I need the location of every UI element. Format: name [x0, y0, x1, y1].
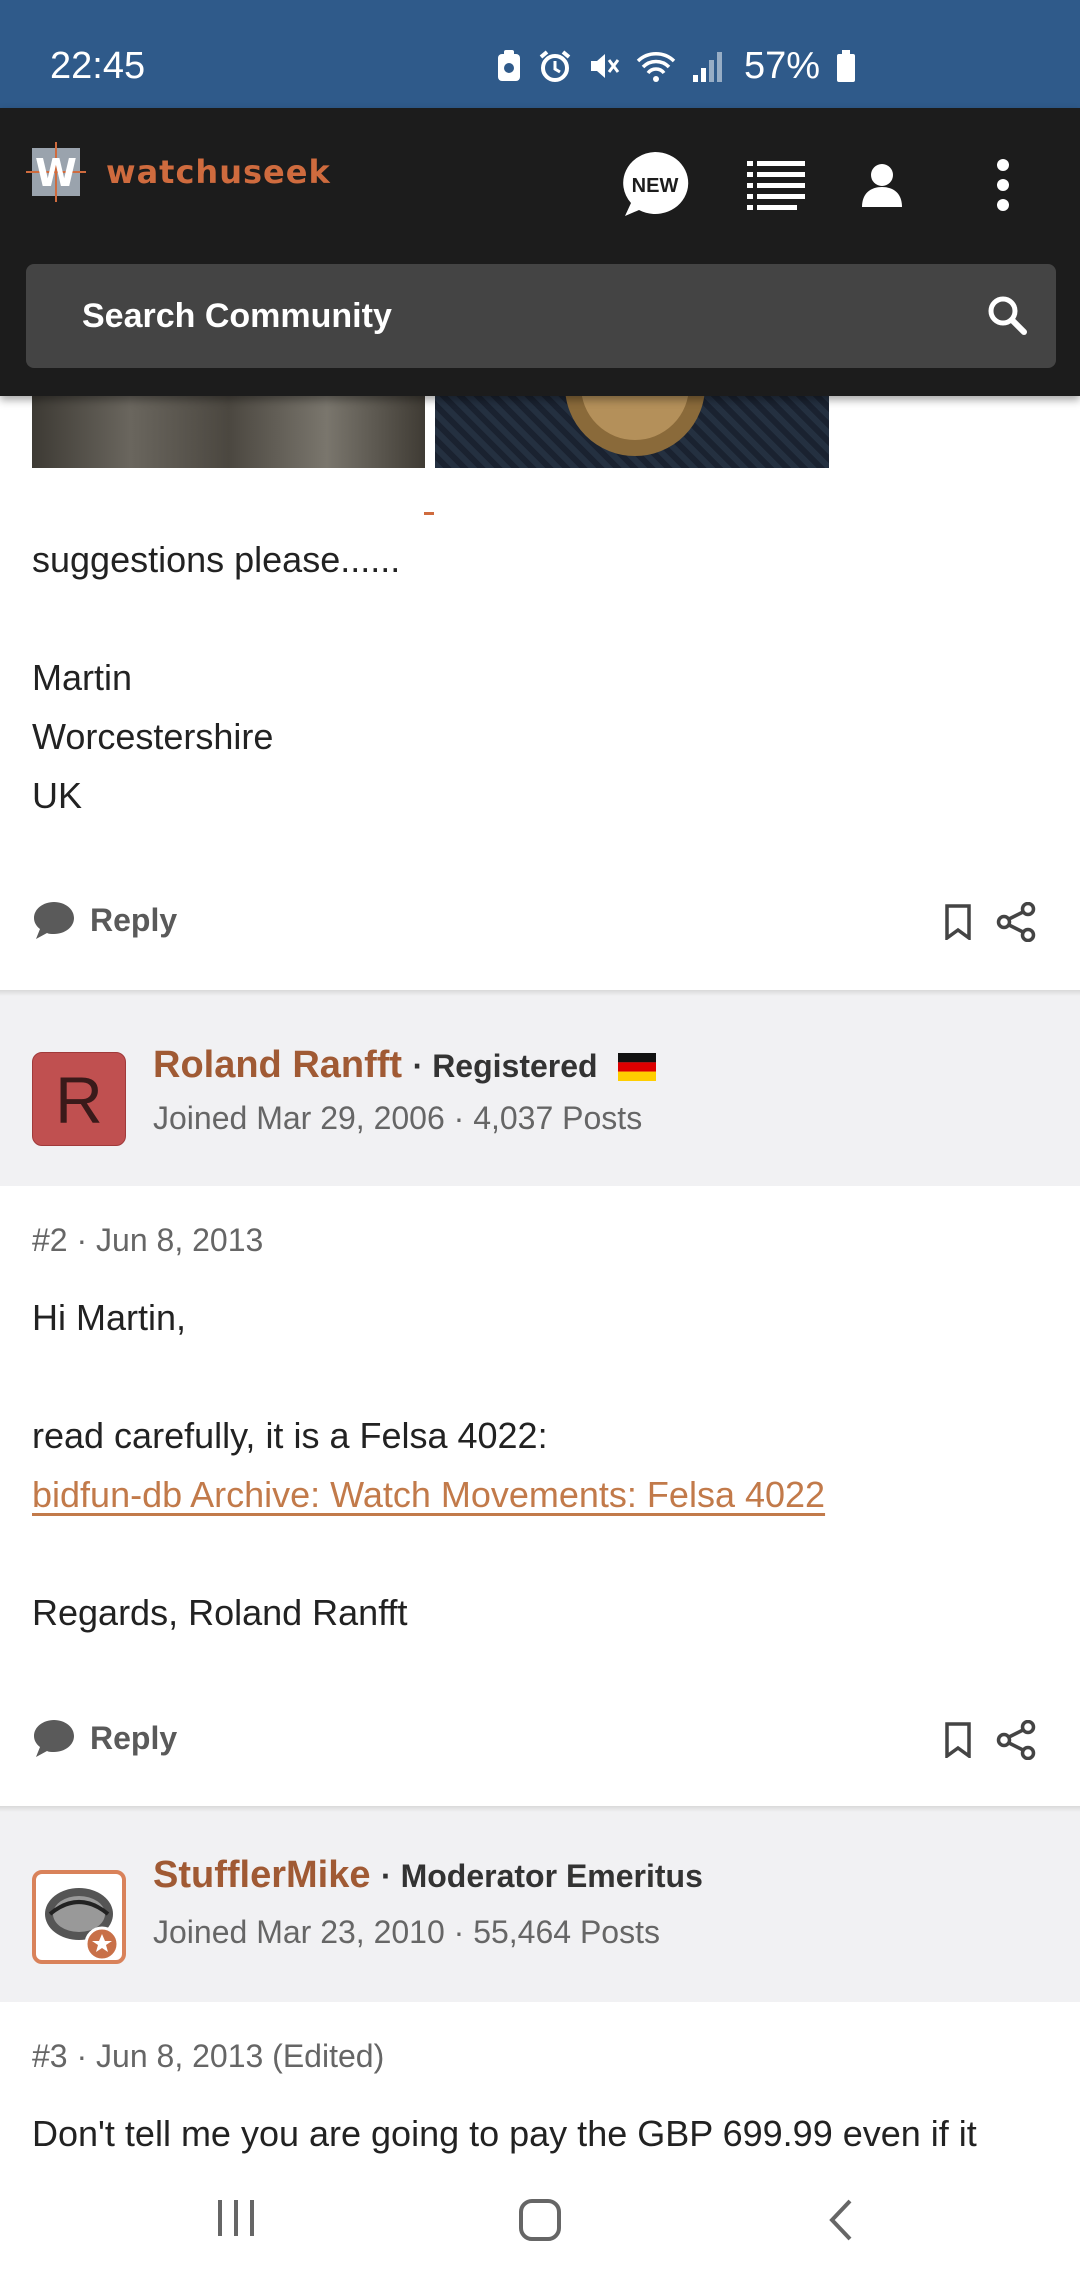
external-link[interactable]: bidfun-db Archive: Watch Movements: Fels…: [32, 1475, 825, 1515]
reply-label: Reply: [90, 1719, 178, 1756]
author-name[interactable]: StufflerMike: [153, 1854, 370, 1896]
post1-line-4: Worcestershire: [32, 716, 274, 757]
search-icon[interactable]: [986, 294, 1028, 336]
status-bar: 22:45 57%: [0, 0, 1080, 108]
mute-icon: [591, 54, 620, 78]
post3-meta: #3 · Jun 8, 2013 (Edited): [32, 2038, 385, 2074]
post2-signoff: Regards, Roland Ranfft: [32, 1592, 408, 1633]
new-posts-button[interactable]: NEW: [616, 146, 694, 224]
back-icon[interactable]: [826, 2198, 856, 2242]
bookmark-icon[interactable]: [944, 1722, 972, 1758]
separator-mark: [424, 512, 434, 515]
author-role: Registered: [432, 1048, 598, 1084]
new-badge-label: NEW: [632, 175, 679, 197]
search-input[interactable]: Search Community: [26, 264, 1056, 368]
search-placeholder: Search Community: [82, 297, 392, 335]
post2-meta: #2 · Jun 8, 2013: [32, 1222, 264, 1258]
post2-author-bar: R Roland Ranfft · Registered Joined Mar …: [0, 996, 1080, 1186]
post1-actions: Reply: [0, 892, 1080, 952]
avatar[interactable]: R: [32, 1052, 126, 1146]
status-icons: 57%: [496, 46, 856, 86]
reply-button[interactable]: Reply: [32, 1718, 177, 1758]
logo-mark: W: [26, 142, 86, 202]
home-icon[interactable]: [518, 2198, 562, 2242]
user-icon: [862, 164, 902, 207]
germany-flag-icon: [618, 1052, 657, 1081]
wifi-icon: [636, 52, 676, 82]
post-image-1[interactable]: [32, 396, 425, 468]
author-name[interactable]: Roland Ranfft: [153, 1044, 402, 1086]
post3-author-bar: StufflerMike · Moderator Emeritus Joined…: [0, 1812, 1080, 2002]
reply-label: Reply: [90, 901, 178, 938]
post2-greeting: Hi Martin,: [32, 1297, 187, 1338]
site-logo[interactable]: W watchuseek: [26, 142, 331, 202]
post2-actions: Reply: [0, 1710, 1080, 1770]
post1-line-5: UK: [32, 775, 83, 816]
post3-text: Don't tell me you are going to pay the G…: [32, 2113, 977, 2154]
battery-percent: 57%: [744, 45, 821, 87]
post-number[interactable]: #3: [32, 2038, 68, 2074]
author-line: Roland Ranfft · Registered: [153, 1044, 657, 1087]
author-meta: Joined Mar 29, 2006 · 4,037 Posts: [153, 1100, 643, 1136]
post2-text: read carefully, it is a Felsa 4022:: [32, 1415, 548, 1456]
topics-list-button[interactable]: [737, 146, 815, 224]
logo-letter: W: [35, 151, 77, 195]
signal-icon: [693, 52, 722, 82]
comment-icon: [34, 1720, 74, 1757]
alarm-icon: [539, 50, 571, 82]
bookmark-icon[interactable]: [944, 904, 972, 940]
post1-line-1: suggestions please......: [32, 539, 401, 580]
logo-text: watchuseek: [106, 153, 331, 191]
author-meta: Joined Mar 23, 2010 · 55,464 Posts: [153, 1914, 660, 1950]
battery-icon: [837, 50, 856, 82]
post-number[interactable]: #2: [32, 1222, 68, 1258]
share-icon[interactable]: [996, 902, 1036, 942]
system-nav-bar: [0, 2156, 1080, 2280]
more-vertical-icon: [997, 159, 1009, 211]
comment-icon: [34, 902, 74, 939]
app-header: W watchuseek NEW Search Community: [0, 108, 1080, 396]
avatar[interactable]: [32, 1870, 126, 1964]
watch-image: [565, 396, 705, 456]
author-line: StufflerMike · Moderator Emeritus: [153, 1854, 703, 1896]
recent-apps-icon[interactable]: [214, 2198, 258, 2238]
post-date: Jun 8, 2013 (Edited): [96, 2038, 385, 2074]
post1-line-3: Martin: [32, 657, 133, 698]
account-button[interactable]: [843, 146, 921, 224]
status-time: 22:45: [50, 45, 146, 87]
more-menu-button[interactable]: [964, 146, 1042, 224]
screenshot-icon: [498, 50, 520, 81]
post-date: Jun 8, 2013: [96, 1222, 264, 1258]
author-role: Moderator Emeritus: [400, 1858, 703, 1894]
list-icon: [747, 161, 805, 210]
share-icon[interactable]: [996, 1720, 1036, 1760]
reply-button[interactable]: Reply: [32, 900, 177, 940]
post-image-2[interactable]: [435, 396, 829, 468]
